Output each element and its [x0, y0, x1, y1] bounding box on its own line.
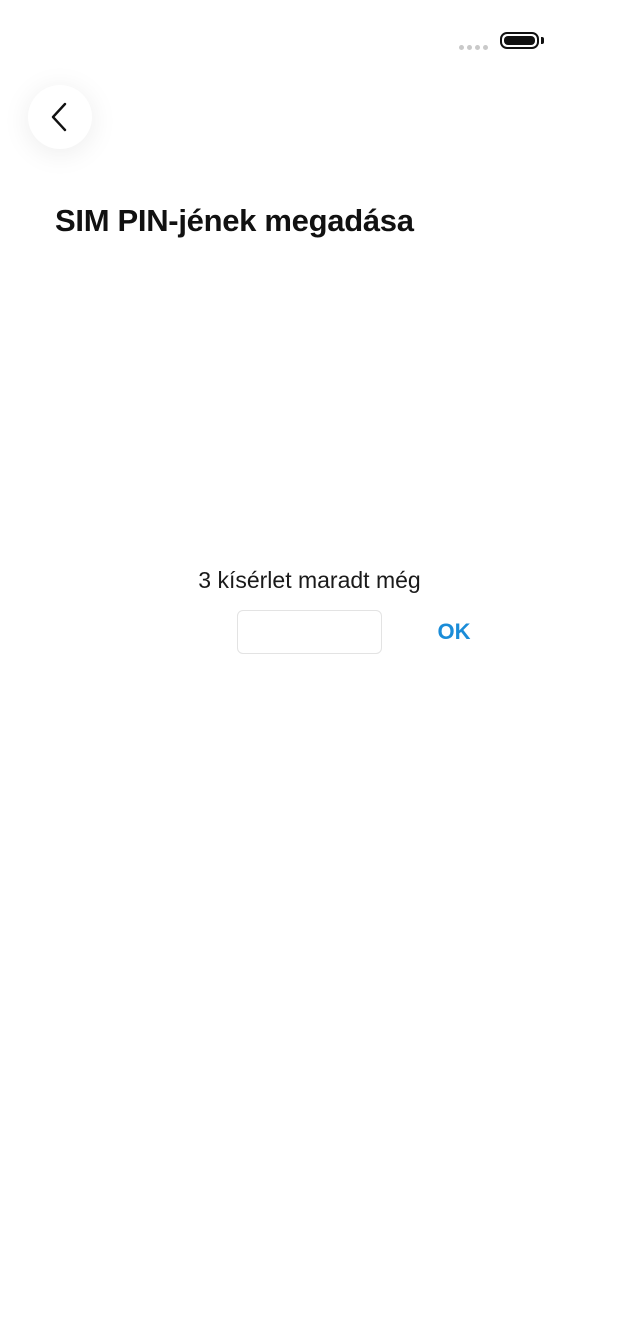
- battery-level-fill: [504, 36, 535, 45]
- battery-cap: [541, 37, 544, 44]
- back-button[interactable]: [28, 85, 92, 149]
- page-title: SIM PIN-jének megadása: [55, 203, 414, 238]
- status-bar: [0, 28, 619, 56]
- chevron-left-icon: [51, 102, 67, 132]
- sim-pin-input[interactable]: [237, 610, 382, 654]
- ok-button[interactable]: OK: [428, 614, 480, 650]
- attempts-remaining-text: 3 kísérlet maradt még: [198, 567, 421, 593]
- signal-dots-icon: [459, 45, 488, 50]
- battery-icon: [500, 32, 539, 49]
